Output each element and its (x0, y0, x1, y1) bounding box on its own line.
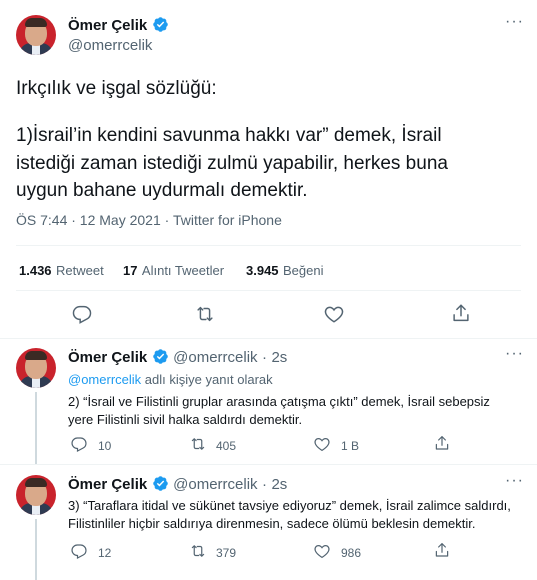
reply-text-line: 3) “Taraflara itidal ve sükünet tavsiye … (68, 498, 511, 513)
retweet-icon[interactable] (189, 435, 207, 453)
author-avatar[interactable] (16, 475, 56, 515)
reply-count: 10 (98, 439, 112, 453)
tweet-text-line: Irkçılık ve işgal sözlüğü: (16, 78, 217, 99)
like-icon[interactable] (313, 435, 331, 453)
retweets-stat[interactable]: 1.436 Retweet (19, 262, 104, 280)
reply-text-line: Filistinliler hiçbir saldırıya direnmesi… (68, 516, 476, 531)
tweet-text-line: 1)İsrail’in kendini savunma hakkı var” d… (16, 125, 442, 146)
tweet-text-line: istediği zaman istediği zulmü yapabilir,… (16, 153, 448, 174)
divider (16, 245, 521, 246)
author-handle[interactable]: @omerrcelik (173, 476, 257, 493)
like-icon[interactable] (313, 542, 331, 560)
verified-badge-icon (152, 475, 169, 492)
more-icon[interactable]: ··· (505, 345, 524, 363)
reply-icon[interactable] (70, 435, 88, 453)
divider (0, 464, 537, 465)
retweet-icon[interactable] (194, 303, 216, 325)
reply-icon[interactable] (70, 542, 88, 560)
author-handle[interactable]: @omerrcelik (68, 37, 152, 54)
like-count: 1 B (341, 439, 360, 453)
retweet-count: 405 (216, 439, 237, 453)
author-name[interactable]: Ömer Çelik (68, 17, 147, 34)
share-icon[interactable] (433, 434, 451, 452)
tweet-timestamp[interactable]: ÖS 7:44 · 12 May 2021 · Twitter for iPho… (16, 212, 282, 228)
verified-badge-icon (152, 348, 169, 365)
author-avatar[interactable] (16, 15, 56, 55)
share-icon[interactable] (433, 541, 451, 559)
author-name[interactable]: Ömer Çelik (68, 476, 147, 493)
divider (0, 338, 537, 339)
retweet-icon[interactable] (189, 542, 207, 560)
thread-connector (35, 519, 37, 580)
more-icon[interactable]: ··· (505, 472, 524, 490)
more-icon[interactable]: ··· (505, 13, 524, 31)
author-avatar[interactable] (16, 348, 56, 388)
author-name[interactable]: Ömer Çelik (68, 349, 147, 366)
reply-to-handle[interactable]: @omerrcelik (68, 372, 141, 387)
tweet-text-line: uygun bahane uydurmalı demektir. (16, 180, 308, 201)
quotes-stat[interactable]: 17 Alıntı Tweetler (123, 262, 224, 280)
divider (16, 290, 521, 291)
reply-text-line: 2) “İsrail ve Filistinli gruplar arasınd… (68, 394, 490, 409)
retweet-count: 379 (216, 546, 237, 560)
reply-count: 12 (98, 546, 112, 560)
verified-badge-icon (152, 16, 169, 33)
share-icon[interactable] (450, 302, 472, 324)
tweet-time[interactable]: 2s (271, 349, 287, 366)
like-count: 986 (341, 546, 362, 560)
author-handle[interactable]: @omerrcelik (173, 349, 257, 366)
like-icon[interactable] (323, 303, 345, 325)
tweet-time[interactable]: 2s (271, 476, 287, 493)
reply-to-label: @omerrcelik adlı kişiye yanıt olarak (68, 372, 273, 387)
reply-text-line: yere Filistinli sivil halka saldırdı dem… (68, 412, 303, 427)
reply-icon[interactable] (71, 303, 93, 325)
thread-connector (35, 392, 37, 464)
likes-stat[interactable]: 3.945 Beğeni (246, 262, 323, 280)
